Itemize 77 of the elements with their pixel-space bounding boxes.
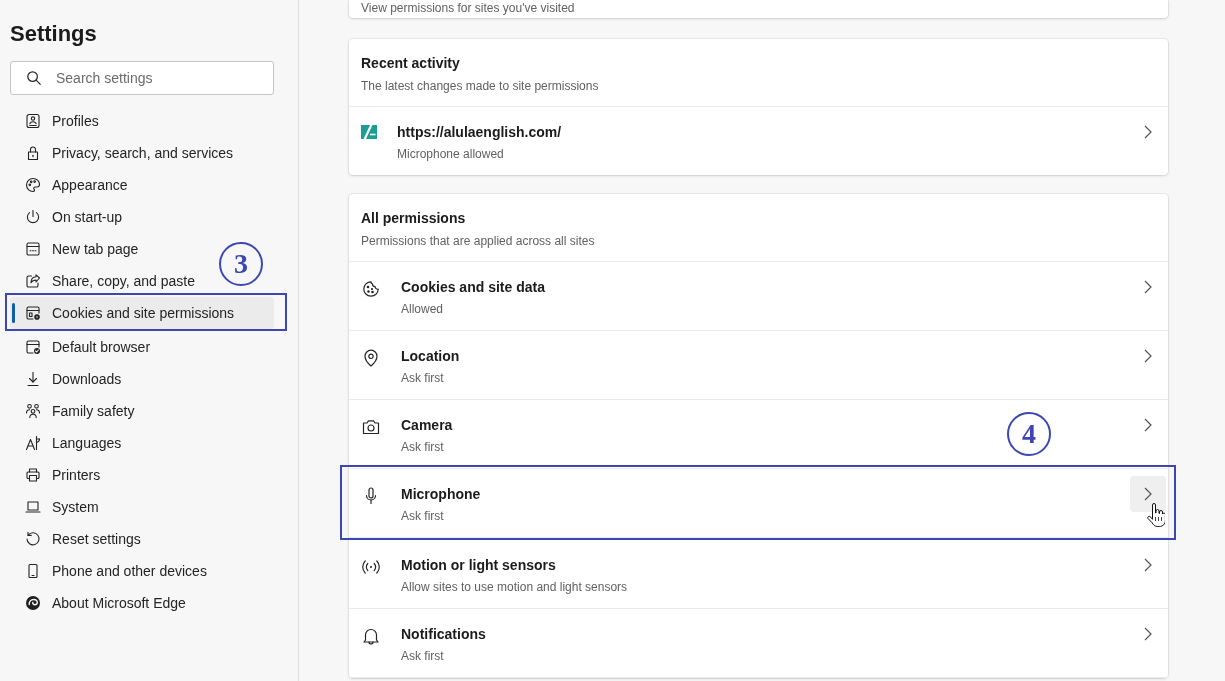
permission-title: Motion or light sensors: [401, 556, 556, 575]
chevron-icon: [1144, 349, 1152, 363]
permission-status: Allowed: [401, 301, 444, 317]
sidebar-item[interactable]: Languages: [10, 427, 130, 459]
permission-title: Camera: [401, 416, 453, 435]
bell-icon: [361, 626, 381, 646]
site-row[interactable]: https://alulaenglish.com/ Microphone allowed: [349, 107, 1168, 175]
permission-row[interactable]: Location Ask first: [349, 331, 1168, 400]
permission-status: Ask first: [401, 370, 444, 386]
share-icon: [25, 273, 41, 289]
permission-row[interactable]: Cookies and site data Allowed: [349, 262, 1168, 331]
step-number-badge: 3: [219, 242, 263, 286]
permission-status: Microphone allowed: [397, 146, 504, 162]
sidebar-item[interactable]: Appearance: [10, 169, 136, 201]
chevron-icon: [1144, 280, 1152, 294]
permission-row[interactable]: Motion or light sensors Allow sites to use motion and light sensors: [349, 540, 1168, 609]
cookie-icon: [361, 279, 381, 299]
permission-title: Notifications: [401, 625, 486, 644]
download-icon: [25, 371, 41, 387]
swirl-logo-icon: [25, 595, 41, 611]
sensor-waves-icon: [361, 557, 381, 577]
chevron-icon: [1144, 487, 1152, 501]
power-icon: [25, 209, 41, 225]
card-subtitle: View permissions for sites you've visited: [361, 1, 575, 15]
chevron-icon: [1144, 418, 1152, 432]
chevron-icon: [1144, 627, 1152, 641]
sidebar-item[interactable]: Profiles: [10, 105, 107, 137]
card-subtitle: Permissions that are applied across all sites: [361, 233, 595, 249]
reset-icon: [25, 531, 41, 547]
sidebar-item[interactable]: Share, copy, and paste: [10, 265, 203, 297]
lock-icon: [25, 145, 41, 161]
camera-icon: [361, 417, 381, 437]
hand-cursor-icon: [1147, 503, 1165, 529]
permission-status: Allow sites to use motion and light sensors: [401, 579, 628, 595]
site-logo-icon: [361, 124, 377, 140]
chevron-icon: [1144, 125, 1152, 139]
sidebar-item[interactable]: Reset settings: [10, 523, 149, 555]
sidebar-item[interactable]: About Microsoft Edge: [10, 587, 194, 619]
permission-title: Location: [401, 347, 460, 366]
people-icon: [25, 403, 41, 419]
card-subtitle: The latest changes made to site permissions: [361, 78, 599, 94]
window-check-icon: [25, 339, 41, 355]
sidebar-item[interactable]: Family safety: [10, 395, 143, 427]
step-number-badge: 4: [1007, 412, 1051, 456]
chevron-icon: [1144, 558, 1152, 572]
laptop-icon: [25, 499, 41, 515]
permission-row[interactable]: Notifications Ask first: [349, 609, 1168, 678]
settings-title: Settings: [10, 20, 97, 48]
profile-icon: [25, 113, 41, 129]
card-title: Recent activity: [361, 54, 460, 73]
search-field[interactable]: Search settings: [10, 61, 274, 95]
sidebar-item[interactable]: Default browser: [10, 331, 159, 363]
language-icon: [25, 435, 41, 451]
permission-title: Cookies and site data: [401, 278, 545, 297]
sidebar-item[interactable]: Phone and other devices: [10, 555, 215, 587]
permission-status: Ask first: [401, 648, 444, 664]
printer-icon: [25, 467, 41, 483]
sidebar-item[interactable]: Downloads: [10, 363, 130, 395]
sidebar-item[interactable]: System: [10, 491, 107, 523]
card-title: All permissions: [361, 209, 466, 228]
sidebar-item[interactable]: Privacy, search, and services: [10, 137, 242, 169]
phone-icon: [25, 563, 41, 579]
search-icon: [27, 71, 41, 85]
location-pin-icon: [361, 348, 381, 368]
sidebar-item[interactable]: Cookies and site permissions: [10, 297, 274, 329]
permission-title: Microphone: [401, 485, 481, 504]
palette-icon: [25, 177, 41, 193]
permission-status: Ask first: [401, 508, 444, 524]
permission-status: Ask first: [401, 439, 444, 455]
sidebar-item[interactable]: Printers: [10, 459, 109, 491]
sidebar-item[interactable]: On start-up: [10, 201, 131, 233]
chevron-button[interactable]: [1130, 476, 1166, 512]
sidebar-item[interactable]: New tab page: [10, 233, 147, 265]
window-gear-icon: [25, 305, 41, 321]
new-tab-icon: [25, 241, 41, 257]
site-url: https://alulaenglish.com/: [397, 123, 562, 142]
permission-row[interactable]: Microphone Ask first: [349, 469, 1168, 538]
